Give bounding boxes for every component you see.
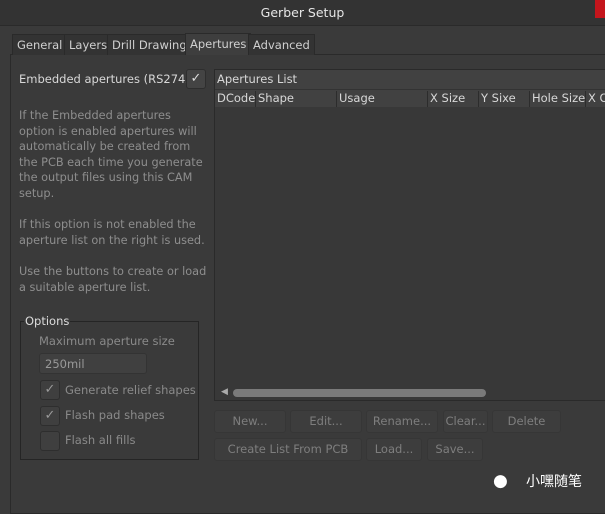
save-button[interactable]: Save... xyxy=(427,438,483,461)
apertures-list-title: Apertures List xyxy=(215,70,605,89)
tab-drill-drawing[interactable]: Drill Drawing xyxy=(107,34,192,55)
help-line: setup. xyxy=(19,186,55,200)
help-line: aperture list on the right is used. xyxy=(19,233,205,247)
help-text-1: If the Embedded apertures option is enabl… xyxy=(19,108,209,202)
generate-relief-checkbox[interactable]: ✓ xyxy=(40,380,60,400)
help-line: Use the buttons to create or load xyxy=(19,265,207,278)
help-line: option is enabled apertures will xyxy=(19,124,197,138)
tab-layers[interactable]: Layers xyxy=(64,34,113,55)
column-header-row: DCode Shape Usage X Size Y Sixe Hole Siz… xyxy=(215,89,605,107)
help-line: automatically be created from xyxy=(19,140,191,154)
edit-button[interactable]: Edit... xyxy=(290,410,362,433)
help-line: the output files using this CAM xyxy=(19,171,193,185)
flash-pad-checkbox[interactable]: ✓ xyxy=(40,406,60,426)
help-line: a suitable aperture list. xyxy=(19,280,151,294)
embedded-apertures-checkbox[interactable]: ✓ xyxy=(186,69,206,89)
help-text-3: Use the buttons to create or load a suita… xyxy=(19,264,209,295)
column-hole-size[interactable]: Hole Size xyxy=(529,91,585,107)
help-line: If this option is not enabled the xyxy=(19,218,196,231)
generate-relief-label: Generate relief shapes xyxy=(65,383,196,397)
load-button[interactable]: Load... xyxy=(366,438,422,461)
clear-button[interactable]: Clear... xyxy=(443,410,488,433)
flash-all-fills-label: Flash all fills xyxy=(65,433,136,447)
max-aperture-size-input[interactable]: 250mil xyxy=(39,353,147,374)
watermark: 小嘿随笔 xyxy=(526,474,582,490)
wechat-icon: ● xyxy=(493,471,508,491)
column-x-size[interactable]: X Size xyxy=(427,91,465,107)
column-y-size[interactable]: Y Sixe xyxy=(478,91,516,107)
delete-button[interactable]: Delete xyxy=(492,410,561,433)
create-list-from-pcb-button[interactable]: Create List From PCB xyxy=(214,438,362,461)
rename-button[interactable]: Rename... xyxy=(366,410,438,433)
help-text-2: If this option is not enabled the apertur… xyxy=(19,217,209,248)
flash-all-fills-checkbox[interactable] xyxy=(40,431,60,451)
window-title: Gerber Setup xyxy=(260,5,345,20)
flash-pad-label: Flash pad shapes xyxy=(65,408,165,422)
tab-general[interactable]: General xyxy=(12,34,68,55)
embedded-apertures-label: Embedded apertures (RS274X) xyxy=(19,72,198,86)
close-button[interactable] xyxy=(595,0,605,18)
column-shape[interactable]: Shape xyxy=(255,91,294,107)
check-icon: ✓ xyxy=(190,71,202,86)
tab-apertures[interactable]: Apertures xyxy=(185,33,252,55)
new-button[interactable]: New... xyxy=(214,410,286,433)
scrollbar-thumb[interactable] xyxy=(233,389,486,397)
scroll-left-icon[interactable]: ◀ xyxy=(221,387,228,397)
horizontal-scrollbar[interactable]: ◀ xyxy=(215,384,605,400)
column-x-offset[interactable]: X O xyxy=(585,91,605,107)
check-icon: ✓ xyxy=(44,382,56,397)
help-line: the PCB each time you generate xyxy=(19,155,203,169)
check-icon: ✓ xyxy=(44,408,56,423)
apertures-list[interactable]: Apertures List DCode Shape Usage X Size … xyxy=(214,69,605,401)
help-line: If the Embedded apertures xyxy=(19,109,171,122)
tab-advanced[interactable]: Advanced xyxy=(248,34,315,55)
column-dcode[interactable]: DCode xyxy=(215,91,255,107)
max-aperture-size-label: Maximum aperture size xyxy=(39,334,175,348)
options-title: Options xyxy=(24,314,71,328)
column-usage[interactable]: Usage xyxy=(336,91,375,107)
